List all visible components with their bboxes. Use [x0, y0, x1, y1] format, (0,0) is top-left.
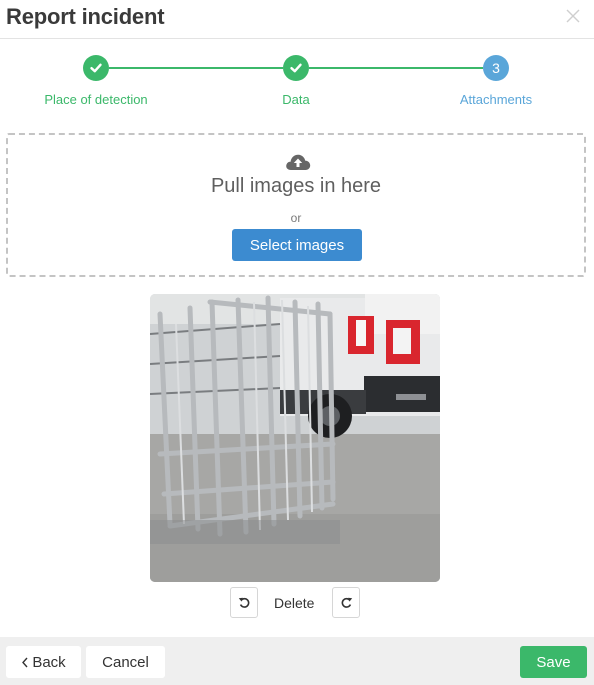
dialog-header: Report incident	[0, 0, 594, 39]
drop-instructions: Pull images in here	[210, 175, 382, 197]
back-label: Back	[32, 653, 66, 671]
rotate-left-button[interactable]	[230, 587, 258, 618]
cloud-upload-icon	[286, 154, 311, 170]
step-1-label: Place of detection	[44, 92, 148, 107]
select-images-button[interactable]: Select images	[232, 229, 362, 261]
rotate-right-button[interactable]	[332, 587, 360, 618]
step-3-number: 3	[483, 55, 509, 81]
step-connector	[309, 67, 483, 69]
back-button[interactable]: Back	[6, 646, 81, 678]
chevron-left-icon	[22, 657, 28, 667]
step-2-check-icon	[283, 55, 309, 81]
cancel-button[interactable]: Cancel	[86, 646, 165, 678]
step-connector	[109, 67, 283, 69]
step-3-label: Attachments	[459, 92, 533, 107]
rotate-left-icon	[238, 597, 249, 608]
delete-image-button[interactable]: Delete	[274, 595, 314, 611]
wizard-stepper: 3 Place of detection Data Attachments	[0, 54, 594, 114]
image-dropzone[interactable]: Pull images in here or Select images	[6, 133, 586, 277]
rotate-right-icon	[341, 597, 352, 608]
or-separator: or	[290, 211, 302, 225]
step-2-label: Data	[282, 92, 310, 107]
uploaded-image-preview	[150, 294, 440, 582]
close-icon[interactable]	[564, 7, 582, 25]
step-1-check-icon	[83, 55, 109, 81]
dialog-footer: Back Cancel Save	[0, 637, 594, 685]
dialog-title: Report incident	[6, 4, 165, 29]
save-button[interactable]: Save	[520, 646, 587, 678]
